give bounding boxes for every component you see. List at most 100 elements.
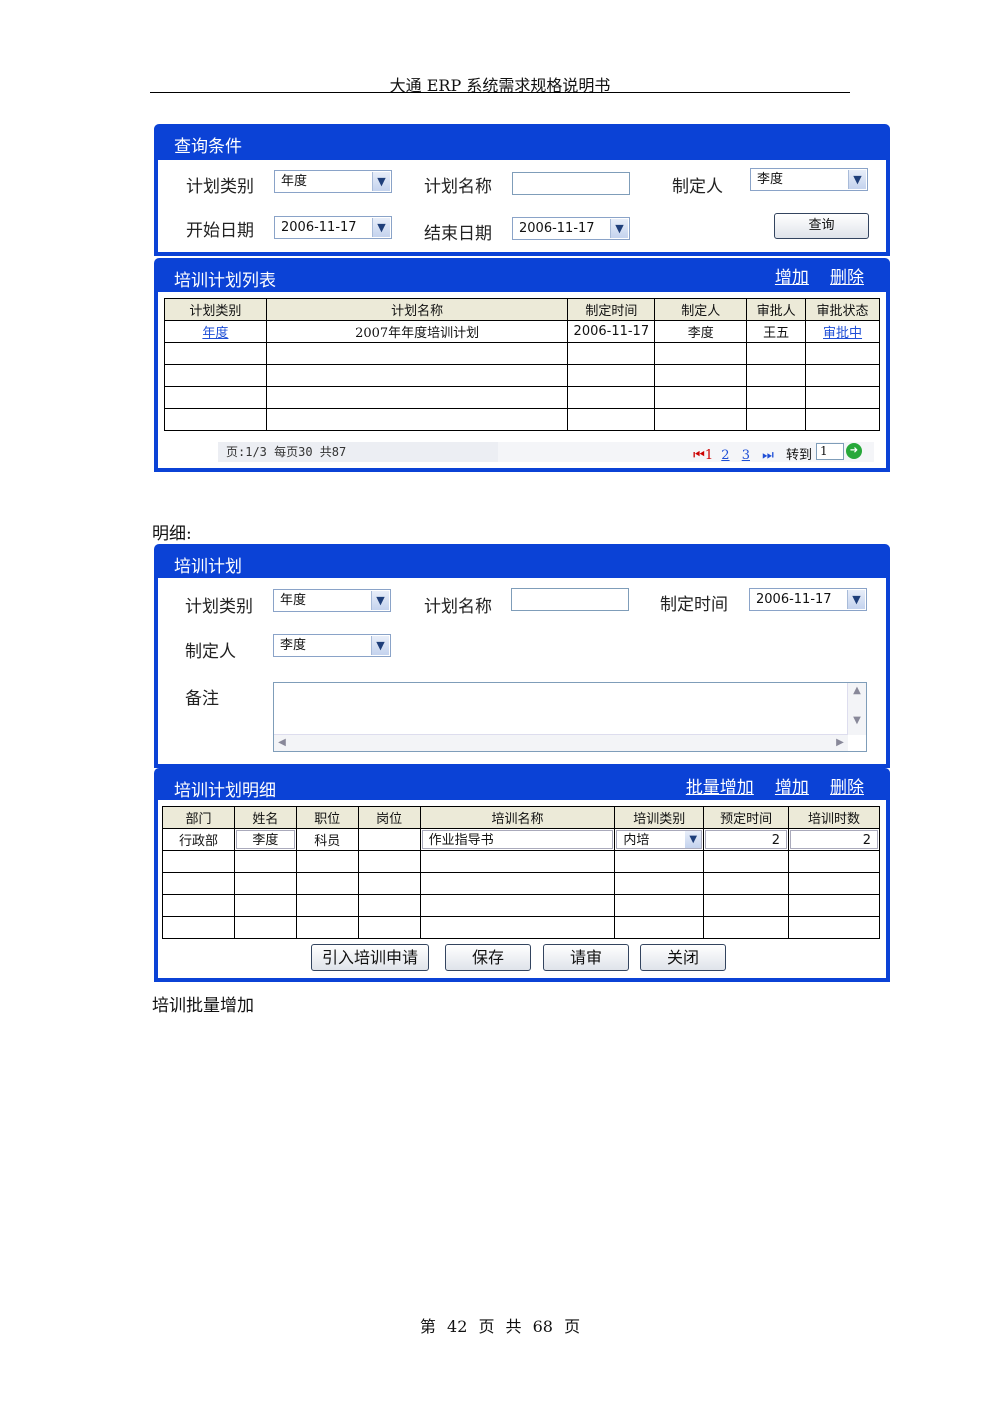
col-header: 审批状态 [805,298,880,321]
plan-list-title: 培训计划列表 [174,271,276,291]
col-header: 制定时间 [567,298,656,321]
jump-page-input[interactable]: 1 [816,443,844,460]
table-row [164,342,880,365]
scroll-left-icon[interactable]: ◀ [274,735,290,751]
plan-detail-header-row: 部门 姓名 职位 岗位 培训名称 培训类别 预定时间 培训时数 [162,806,880,829]
col-header: 培训类别 [614,806,705,829]
chevron-down-icon: ▼ [848,170,866,189]
jump-label: 转到 [785,448,812,463]
table-row [164,364,880,387]
close-button[interactable]: 关闭 [640,944,726,971]
form-maker-select[interactable]: 李度 ▼ [273,634,391,657]
form-plan-name-label: 计划名称 [424,597,492,617]
scroll-down-icon[interactable]: ▼ [849,713,865,729]
training-category-value: 内培 [623,833,650,848]
go-arrow-icon[interactable]: ➜ [846,443,862,459]
plan-detail-table: 部门 姓名 职位 岗位 培训名称 培训类别 预定时间 培训时数 行政部 李度 科… [162,806,880,939]
import-request-button[interactable]: 引入培训申请 [311,944,429,971]
delete-plan-link[interactable]: 删除 [830,268,864,288]
plan-name-input[interactable] [512,172,630,195]
form-plan-type-select[interactable]: 年度 ▼ [273,589,391,612]
scroll-up-icon[interactable]: ▲ [849,683,865,699]
table-row [164,408,880,431]
form-plan-name-input[interactable] [511,588,629,611]
start-date-picker[interactable]: 2006-11-17 ▼ [274,216,392,239]
name-input[interactable]: 李度 [235,830,295,849]
submit-review-button[interactable]: 请审 [543,944,629,971]
remark-vertical-scrollbar[interactable]: ▲ ▼ [847,683,866,735]
col-header: 审批人 [746,298,807,321]
page-link-3[interactable]: 3 [742,448,750,463]
pager-info: 页:1/3 每页30 共87 [218,442,506,462]
table-row [162,894,880,917]
plan-type-link[interactable]: 年度 [202,326,228,341]
save-button[interactable]: 保存 [445,944,531,971]
approval-status-link[interactable]: 审批中 [823,326,862,341]
plan-type-select[interactable]: 年度 ▼ [274,170,392,193]
plan-list-table: 计划类别 计划名称 制定时间 制定人 审批人 审批状态 年度 2007年年度培训… [164,298,880,431]
table-row [164,386,880,409]
start-date-value: 2006-11-17 [281,220,357,235]
last-page-icon[interactable]: ⏭ [762,448,774,463]
chevron-down-icon: ▼ [371,591,389,610]
remark-label: 备注 [185,689,219,709]
form-make-time-picker[interactable]: 2006-11-17 ▼ [749,588,867,611]
batch-add-section-label: 培训批量增加 [152,996,254,1016]
chevron-down-icon: ▼ [372,172,390,191]
maker-select[interactable]: 李度 ▼ [750,168,868,191]
form-plan-type-label: 计划类别 [185,597,253,617]
plan-list-panel: 培训计划列表 增加 删除 计划类别 计划名称 制定时间 制定人 审批人 审批状态 [154,258,890,472]
chevron-down-icon: ▼ [371,636,389,655]
dept-cell: 行政部 [162,828,235,851]
table-row: 行政部 李度 科员 作业指导书 内培 ▼ 2 2 [162,828,880,851]
training-hours-input[interactable]: 2 [790,830,878,849]
end-date-value: 2006-11-17 [519,221,595,236]
remark-textarea[interactable]: ▲ ▼ ◀ ▶ [273,682,867,752]
add-plan-link[interactable]: 增加 [775,268,809,288]
col-header: 部门 [162,806,235,829]
chevron-down-icon: ▼ [372,218,390,237]
first-page-icon[interactable]: ⏮ [693,448,705,463]
document-footer: 第 42 页 共 68 页 [419,1317,581,1336]
col-header: 岗位 [357,806,421,829]
query-panel-body: 计划类别 年度 ▼ 计划名称 制定人 李度 ▼ 开始日期 2006-11-17 … [158,160,886,252]
query-panel: 查询条件 计划类别 年度 ▼ 计划名称 制定人 李度 ▼ 开始日期 2006-1… [154,124,890,256]
position-cell: 科员 [295,828,359,851]
start-date-label: 开始日期 [186,221,254,241]
plan-list-body: 计划类别 计划名称 制定时间 制定人 审批人 审批状态 年度 2007年年度培训… [158,292,886,468]
table-row[interactable]: 年度 2007年年度培训计划 2006-11-17 李度 王五 审批中 [164,320,880,343]
detail-section-label: 明细: [152,524,192,544]
plan-list-actions: 增加 删除 [759,263,864,288]
end-date-label: 结束日期 [424,224,492,244]
plan-detail-body: 部门 姓名 职位 岗位 培训名称 培训类别 预定时间 培训时数 行政部 李度 科… [158,800,886,978]
training-category-select[interactable]: 内培 ▼ [616,830,703,849]
add-detail-link[interactable]: 增加 [775,778,809,798]
remark-horizontal-scrollbar[interactable]: ◀ ▶ [274,734,848,751]
page-link-2[interactable]: 2 [721,448,729,463]
plan-date-cell: 2006-11-17 [567,320,656,343]
form-maker-value: 李度 [280,638,307,653]
training-name-input[interactable]: 作业指导书 [421,830,614,849]
plan-name-cell: 2007年年度培训计划 [265,320,569,343]
page-link-1[interactable]: 1 [705,448,713,463]
query-button[interactable]: 查询 [774,213,869,239]
col-header: 制定人 [654,298,748,321]
col-header: 培训名称 [419,806,616,829]
plan-detail-actions: 批量增加 增加 删除 [670,773,864,798]
col-header: 姓名 [233,806,297,829]
scroll-right-icon[interactable]: ▶ [832,735,848,751]
end-date-picker[interactable]: 2006-11-17 ▼ [512,217,630,240]
form-make-time-value: 2006-11-17 [756,592,832,607]
plan-form-title: 培训计划 [174,557,242,577]
delete-detail-link[interactable]: 删除 [830,778,864,798]
plan-type-value: 年度 [281,174,308,189]
batch-add-link[interactable]: 批量增加 [686,778,754,798]
planned-time-input[interactable]: 2 [705,830,788,849]
plan-approver-cell: 王五 [746,320,807,343]
col-header: 计划名称 [265,298,569,321]
maker-value: 李度 [757,172,784,187]
plan-detail-panel: 培训计划明细 批量增加 增加 删除 部门 姓名 职位 岗位 培训名称 培训类别 … [154,768,890,982]
plan-detail-title: 培训计划明细 [174,781,276,801]
maker-label: 制定人 [672,177,723,197]
header-rule [150,92,850,93]
